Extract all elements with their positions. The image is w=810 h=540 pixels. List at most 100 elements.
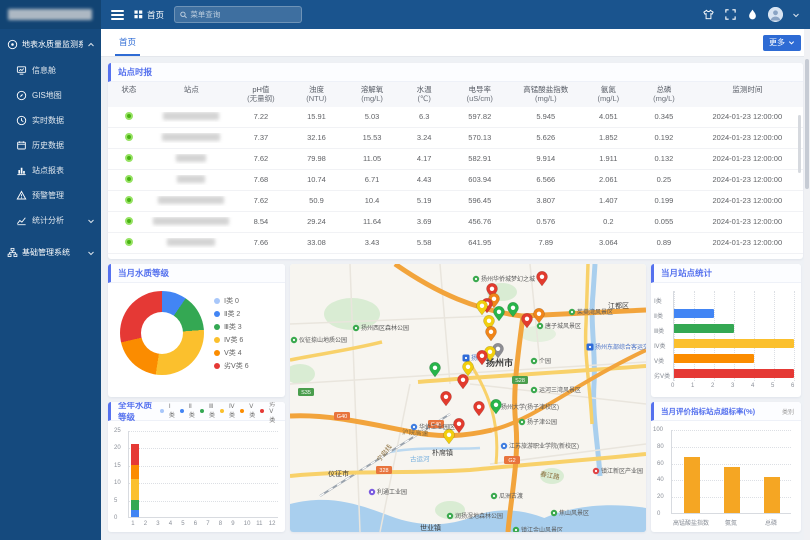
sidebar-section-base-system[interactable]: 基础管理系统 <box>0 237 101 266</box>
x-tick-label: 7 <box>206 521 209 527</box>
legend-label: Ⅱ类 2 <box>224 309 240 319</box>
road-label: 古运河 <box>410 454 430 463</box>
sidebar-item-realtime-data[interactable]: 实时数据 <box>0 108 101 133</box>
more-button[interactable]: 更多 <box>763 35 801 51</box>
y-tick-label: 劣Ⅴ类 <box>654 371 670 380</box>
status-cell <box>108 154 150 164</box>
topbar: 首页 <box>101 0 810 29</box>
value-cell: 7.89 <box>511 238 581 247</box>
sidebar-item-alert-management[interactable]: 预警管理 <box>0 183 101 208</box>
value-cell: 79.98 <box>289 154 345 163</box>
value-cell: 597.82 <box>449 112 512 121</box>
station-name-redacted <box>177 175 205 183</box>
table-scrollbar[interactable] <box>798 115 801 173</box>
column-header: 站点 <box>150 82 233 107</box>
legend-item: Ⅰ类 0 <box>214 296 249 306</box>
y-tick-label: Ⅱ类 <box>654 311 663 320</box>
map-pin-dot <box>489 330 493 334</box>
station-stats-bar-chart <box>673 291 793 381</box>
poi-icon-dot <box>413 426 415 428</box>
value-cell: 456.76 <box>449 217 512 226</box>
x-tick-label: 4 <box>751 383 754 389</box>
table-row[interactable]: 7.3732.1615.533.24570.135.6261.8520.1922… <box>108 128 803 149</box>
status-cell <box>108 133 150 143</box>
legend-item: 劣Ⅴ类 6 <box>214 361 249 371</box>
station-name-cell <box>150 112 233 122</box>
bar <box>684 457 700 513</box>
map-pin-dot <box>492 297 496 301</box>
bar-row <box>674 369 794 378</box>
droplet-icon[interactable] <box>746 8 759 21</box>
user-avatar[interactable] <box>768 7 783 22</box>
theme-skin-icon[interactable] <box>702 8 715 21</box>
poi-icon-dot <box>533 360 535 362</box>
table-row[interactable]: 7.6633.083.435.58641.957.893.0640.892024… <box>108 233 803 254</box>
y-tick-label: 0 <box>114 515 117 521</box>
y-tick-label: 5 <box>114 498 117 504</box>
station-map[interactable]: G40G40S28328S35G2沪陕高速宁启线春江路古运河扬州西区森林公园仪征… <box>290 264 646 532</box>
poi-icon-dot <box>553 512 555 514</box>
nav-home[interactable]: 首页 <box>134 9 164 21</box>
poi-label: 江苏旅游职业学院(新校区) <box>509 442 579 450</box>
y-tick-label: 10 <box>114 480 121 486</box>
sidebar-item-history-data[interactable]: 历史数据 <box>0 133 101 158</box>
more-button-label: 更多 <box>769 37 785 48</box>
sidebar-section-water-monitor[interactable]: 地表水质量监测系统 <box>0 29 101 58</box>
poi-label: 扬子津公园 <box>527 418 557 426</box>
table-row[interactable]: 8.5429.2411.643.69456.760.5760.20.055202… <box>108 212 803 233</box>
table-row[interactable]: 7.6810.746.714.43603.946.5662.0610.25202… <box>108 170 803 191</box>
value-cell: 4.17 <box>400 154 449 163</box>
time-cell: 2024-01-23 12:00:00 <box>692 133 803 142</box>
table-row[interactable]: 7.6279.9811.054.17582.919.9141.9110.1322… <box>108 149 803 170</box>
status-dot <box>125 217 133 225</box>
x-tick-label: 6 <box>194 521 197 527</box>
poi-icon-dot <box>475 278 477 280</box>
sidebar-item-gis-map[interactable]: GIS地图 <box>0 83 101 108</box>
map-pin-dot <box>480 304 484 308</box>
map-pin-dot <box>511 306 515 310</box>
poi-label: 运河三湾风景区 <box>539 386 581 394</box>
legend-item: Ⅱ类 2 <box>214 309 249 319</box>
page-scrollbar[interactable] <box>804 29 810 540</box>
y-tick-label: 15 <box>114 463 121 469</box>
value-cell: 0.89 <box>636 238 692 247</box>
time-cell: 2024-01-23 12:00:00 <box>692 196 803 205</box>
menu-search[interactable] <box>174 6 302 23</box>
poi-icon-dot <box>589 346 591 348</box>
sidebar-item-station-report[interactable]: 站点报表 <box>0 158 101 183</box>
table-row[interactable]: 7.2215.915.036.3597.825.9454.0510.345202… <box>108 107 803 128</box>
legend-dot <box>220 409 224 413</box>
tab-home[interactable]: 首页 <box>115 29 140 56</box>
y-tick-label: 25 <box>114 428 121 434</box>
exceed-legend-label: 类别 <box>782 407 794 416</box>
sidebar-item-statistics[interactable]: 统计分析 <box>0 208 101 233</box>
station-report-icon <box>16 165 27 176</box>
year-chart-legend: Ⅰ类Ⅱ类Ⅲ类Ⅳ类Ⅴ类劣Ⅴ类 <box>160 402 278 424</box>
fullscreen-icon[interactable] <box>724 8 737 21</box>
chevron-down-icon[interactable] <box>792 11 800 19</box>
legend-label: Ⅴ类 4 <box>224 348 242 358</box>
x-tick-label: 4 <box>169 521 172 527</box>
bar-segment <box>131 479 139 500</box>
legend-dot <box>180 409 184 413</box>
menu-toggle-icon[interactable] <box>111 10 124 20</box>
value-cell: 6.566 <box>511 175 581 184</box>
column-header: 浊度(NTU) <box>289 82 345 107</box>
map-pin-dot <box>540 275 544 279</box>
sidebar-item-info-hub[interactable]: 信息舱 <box>0 58 101 83</box>
legend-label: Ⅳ类 <box>229 403 235 419</box>
search-input[interactable] <box>190 10 296 19</box>
value-cell: 3.807 <box>511 196 581 205</box>
column-header: 监测时间 <box>692 82 803 107</box>
value-cell: 29.24 <box>289 217 345 226</box>
table-row[interactable]: 7.6250.910.45.19596.453.8071.4070.199202… <box>108 191 803 212</box>
map-pin-dot <box>490 287 494 291</box>
x-tick-label: 6 <box>791 383 794 389</box>
gridline <box>672 430 791 431</box>
value-cell: 1.911 <box>581 154 637 163</box>
legend-dot <box>240 409 244 413</box>
chevron-down-icon <box>788 39 795 46</box>
value-cell: 0.25 <box>636 175 692 184</box>
poi-icon-dot <box>293 339 295 341</box>
bar <box>674 324 734 333</box>
